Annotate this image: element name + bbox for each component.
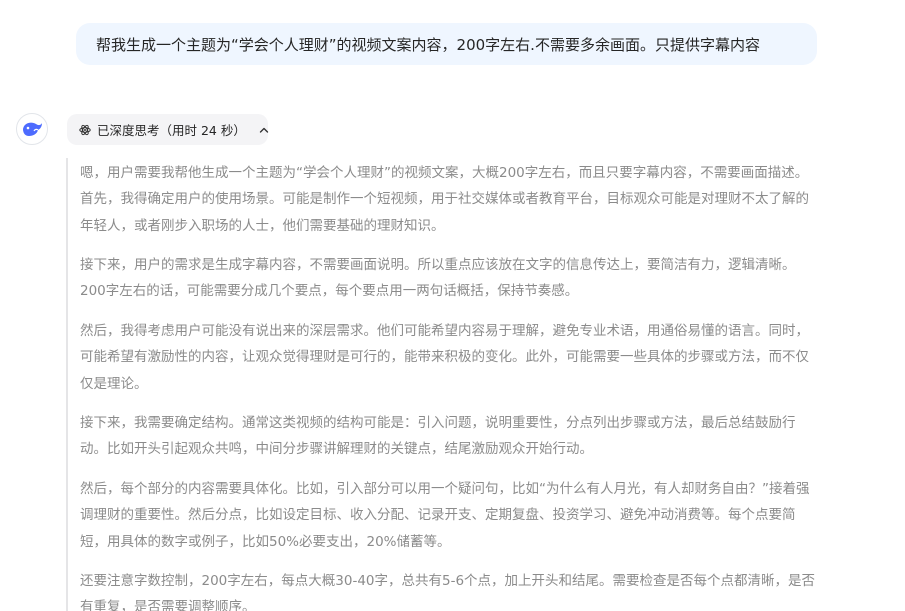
chevron-up-icon [258,124,270,136]
thinking-content: 嗯，用户需要我帮他生成一个主题为“学会个人理财”的视频文案，大概200字左右，而… [66,158,826,611]
user-message-text: 帮我生成一个主题为“学会个人理财”的视频文案内容，200字左右.不需要多余画面。… [96,35,760,54]
thinking-paragraph: 然后，我得考虑用户可能没有说出来的深层需求。他们可能希望内容易于理解，避免专业术… [80,323,809,392]
thinking-paragraph: 还要注意字数控制，200字左右，每点大概30-40字，总共有5-6个点，加上开头… [80,573,816,611]
thinking-paragraph: 嗯，用户需要我帮他生成一个主题为“学会个人理财”的视频文案，大概200字左右，而… [80,165,809,234]
thinking-toggle-label: 已深度思考（用时 24 秒） [97,123,246,138]
chat-page: 帮我生成一个主题为“学会个人理财”的视频文案内容，200字左右.不需要多余画面。… [0,0,905,611]
thinking-toggle-button[interactable]: 已深度思考（用时 24 秒） [67,114,270,145]
thinking-paragraph: 接下来，用户的需求是生成字幕内容，不需要画面说明。所以重点应该放在文字的信息传达… [80,257,796,300]
atom-icon [79,124,91,136]
user-message-bubble: 帮我生成一个主题为“学会个人理财”的视频文案内容，200字左右.不需要多余画面。… [76,23,817,65]
deepseek-whale-icon [16,113,48,145]
thinking-paragraph: 然后，每个部分的内容需要具体化。比如，引入部分可以用一个疑问句，比如“为什么有人… [80,481,810,550]
thinking-paragraph: 接下来，我需要确定结构。通常这类视频的结构可能是：引入问题，说明重要性，分点列出… [80,415,796,458]
